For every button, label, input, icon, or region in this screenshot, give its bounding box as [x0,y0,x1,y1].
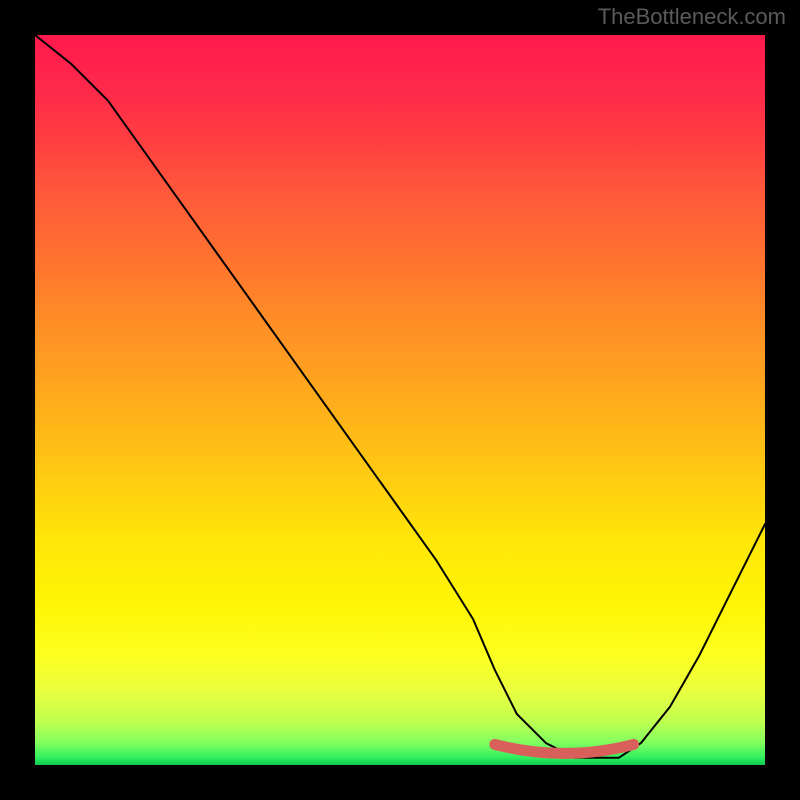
curve-layer [35,35,765,765]
plot-area [35,35,765,765]
watermark-text: TheBottleneck.com [598,4,786,30]
bottleneck-curve [35,35,765,758]
highlight-region [495,744,634,753]
chart-container: TheBottleneck.com [0,0,800,800]
